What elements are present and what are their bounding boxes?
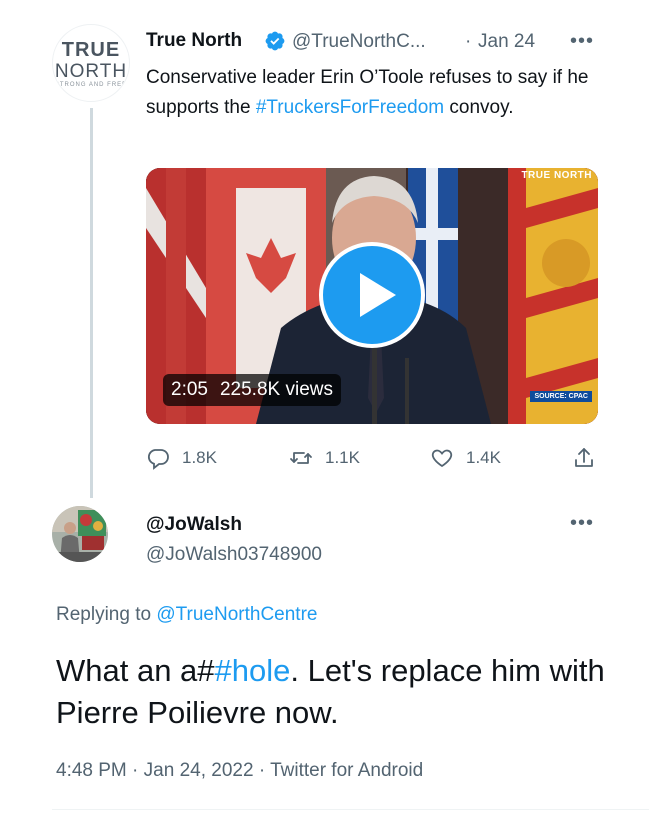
reply-button[interactable]: 1.8K bbox=[146, 444, 217, 472]
reply-icon bbox=[147, 449, 169, 470]
hashtag-link[interactable]: #TruckersForFreedom bbox=[256, 97, 444, 118]
replying-to-link[interactable]: @TrueNorthCentre bbox=[156, 604, 317, 625]
reply-author-name[interactable]: @JoWalsh bbox=[146, 514, 242, 536]
logo-text-true: TRUE bbox=[61, 39, 121, 61]
like-button[interactable]: 1.4K bbox=[430, 444, 501, 472]
reply-metadata: 4:48 PM · Jan 24, 2022 · Twitter for And… bbox=[56, 760, 423, 782]
logo-tagline: STRONG AND FREE bbox=[54, 82, 128, 88]
video-player[interactable]: TRUE NORTH SOURCE: CPAC 2:05 225.8K view… bbox=[146, 168, 598, 424]
divider bbox=[52, 809, 649, 810]
replying-label: Replying to bbox=[56, 604, 157, 625]
video-watermark: TRUE NORTH bbox=[521, 170, 592, 181]
tweet-text-part: convoy. bbox=[444, 97, 514, 118]
share-icon bbox=[575, 448, 593, 467]
video-info-overlay: 2:05 225.8K views bbox=[163, 374, 341, 406]
retweet-button[interactable]: 1.1K bbox=[289, 444, 360, 472]
retweet-icon bbox=[290, 452, 312, 464]
reply-text: What an a##hole. Let's replace him with … bbox=[56, 650, 616, 734]
true-north-avatar[interactable]: TRUE NORTH STRONG AND FREE bbox=[52, 24, 130, 102]
more-options-icon[interactable]: ••• bbox=[570, 512, 594, 535]
dot-separator: · bbox=[132, 760, 139, 781]
reply-date[interactable]: Jan 24, 2022 bbox=[144, 760, 254, 781]
reply-author-handle[interactable]: @JoWalsh03748900 bbox=[146, 544, 322, 566]
video-views: 225.8K views bbox=[219, 379, 333, 400]
reply-time[interactable]: 4:48 PM bbox=[56, 760, 127, 781]
video-duration: 2:05 bbox=[171, 379, 208, 400]
jowalsh-avatar[interactable] bbox=[52, 506, 108, 562]
reply-count: 1.8K bbox=[182, 448, 217, 467]
share-button[interactable] bbox=[572, 444, 608, 472]
tweet-text: Conservative leader Erin O’Toole refuses… bbox=[146, 63, 606, 123]
logo-text-north: NORTH bbox=[54, 61, 128, 82]
heart-icon bbox=[431, 449, 453, 468]
thread-connector-line bbox=[90, 108, 93, 498]
like-count: 1.4K bbox=[466, 448, 501, 467]
dot-separator: · bbox=[465, 31, 472, 52]
hashtag-link[interactable]: #hole bbox=[215, 653, 291, 688]
avatar-image bbox=[52, 506, 108, 562]
reply-text-part: What an a# bbox=[56, 653, 215, 688]
play-button-icon[interactable] bbox=[319, 242, 425, 348]
author-handle[interactable]: @TrueNorthC... bbox=[292, 31, 426, 53]
retweet-count: 1.1K bbox=[325, 448, 360, 467]
more-options-icon[interactable]: ••• bbox=[570, 30, 594, 53]
verified-badge-icon bbox=[265, 31, 285, 51]
reply-client: Twitter for Android bbox=[270, 760, 424, 781]
dot-separator: · bbox=[258, 760, 266, 781]
author-name[interactable]: True North bbox=[146, 30, 242, 52]
replying-to-line: Replying to @TrueNorthCentre bbox=[56, 604, 317, 626]
video-source-badge: SOURCE: CPAC bbox=[530, 391, 592, 402]
tweet-date[interactable]: Jan 24 bbox=[478, 31, 535, 53]
